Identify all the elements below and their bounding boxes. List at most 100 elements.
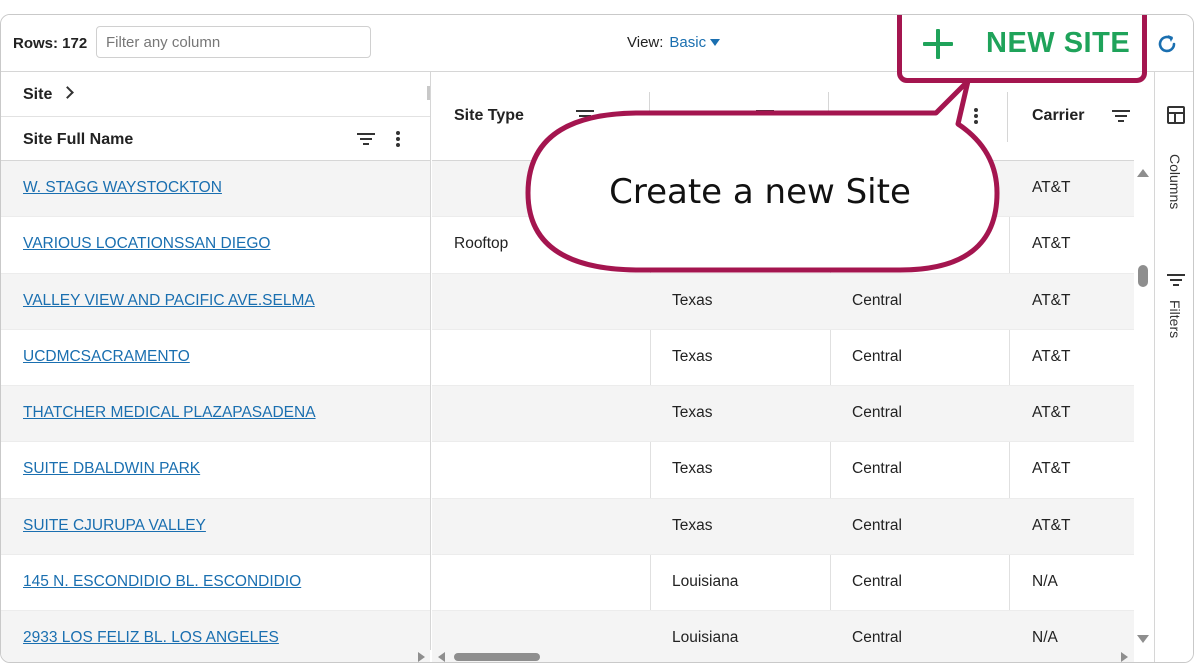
site-full-name-label: Site Full Name bbox=[23, 131, 134, 148]
column-divider[interactable] bbox=[828, 92, 829, 142]
chevron-right-icon[interactable] bbox=[61, 86, 74, 99]
table-row: Texas Central AT&T bbox=[432, 273, 1134, 330]
view-dropdown-value[interactable]: Basic bbox=[669, 34, 706, 51]
site-name-link[interactable]: THATCHER MEDICAL PLAZAPASADENA bbox=[23, 404, 316, 422]
site-group-header[interactable]: Site bbox=[1, 72, 430, 117]
filter-icon[interactable] bbox=[1112, 110, 1130, 122]
table-row: 145 N. ESCONDIDIO BL. ESCONDIDIO bbox=[1, 555, 430, 612]
region-cell: Central bbox=[852, 347, 902, 365]
region-cell: Central bbox=[852, 573, 902, 591]
table-row: Texas Central AT&T bbox=[432, 442, 1134, 499]
state-cell: Texas bbox=[672, 404, 713, 422]
table-row: UCDMCSACRAMENTO bbox=[1, 330, 430, 387]
view-label: View: bbox=[627, 34, 664, 51]
table-row: Rooftop AT&T bbox=[432, 217, 1134, 274]
state-cell: Texas bbox=[672, 291, 713, 309]
plus-icon bbox=[922, 28, 954, 60]
horizontal-scroll-thumb[interactable] bbox=[454, 653, 540, 661]
scroll-up-arrow-icon[interactable] bbox=[1137, 169, 1149, 177]
carrier-cell: N/A bbox=[1032, 629, 1058, 647]
site-type-header[interactable]: Site Type bbox=[454, 107, 524, 125]
carrier-cell: AT&T bbox=[1032, 404, 1071, 422]
site-name-link[interactable]: W. STAGG WAYSTOCKTON bbox=[23, 179, 222, 197]
column-divider[interactable] bbox=[649, 92, 650, 142]
columns-label: Columns bbox=[1167, 154, 1183, 210]
carrier-cell: AT&T bbox=[1032, 235, 1071, 253]
table-row: SUITE DBALDWIN PARK bbox=[1, 442, 430, 499]
filter-icon[interactable] bbox=[357, 133, 375, 145]
region-cell: Central bbox=[852, 629, 902, 647]
region-cell: Central bbox=[852, 404, 902, 422]
columns-icon bbox=[1167, 106, 1185, 124]
carrier-cell: AT&T bbox=[1032, 460, 1071, 478]
scrolling-column-pane: Site Type Carrier AT&T Rooftop AT&T Texas Ce… bbox=[432, 72, 1134, 662]
table-row: Louisiana Central N/A bbox=[432, 555, 1134, 612]
view-selector[interactable]: View: Basic bbox=[627, 34, 721, 51]
site-name-link[interactable]: VALLEY VIEW AND PACIFIC AVE.SELMA bbox=[23, 292, 315, 310]
column-headers: Site Type Carrier bbox=[432, 72, 1134, 161]
filters-icon bbox=[1167, 274, 1185, 286]
horizontal-scrollbar[interactable] bbox=[432, 650, 1134, 662]
table-row: AT&T bbox=[432, 161, 1134, 218]
carrier-cell: AT&T bbox=[1032, 179, 1071, 196]
pinned-column-pane: Site Site Full Name W. STAGG WAYSTOCKTON… bbox=[1, 72, 431, 662]
table-row: Texas Central AT&T bbox=[432, 498, 1134, 556]
filter-icon[interactable] bbox=[576, 110, 594, 122]
carrier-header[interactable]: Carrier bbox=[1032, 107, 1084, 125]
vertical-scroll-thumb[interactable] bbox=[1138, 265, 1148, 287]
pinned-horizontal-scrollbar[interactable] bbox=[1, 650, 431, 662]
columns-panel-button[interactable]: Columns bbox=[1155, 102, 1193, 222]
caret-down-icon[interactable] bbox=[710, 39, 721, 46]
filters-label: Filters bbox=[1167, 300, 1183, 339]
carrier-cell: AT&T bbox=[1032, 291, 1071, 309]
site-type-cell: Rooftop bbox=[454, 235, 509, 253]
region-cell: Central bbox=[852, 460, 902, 478]
scrolling-rows: AT&T Rooftop AT&T Texas Central AT&T Texas Cent… bbox=[432, 161, 1134, 662]
table-row: W. STAGG WAYSTOCKTON bbox=[1, 161, 430, 218]
scroll-right-arrow-icon[interactable] bbox=[1121, 652, 1128, 662]
vertical-scrollbar[interactable] bbox=[1136, 161, 1151, 651]
region-cell: Central bbox=[852, 291, 902, 309]
site-name-link[interactable]: SUITE DBALDWIN PARK bbox=[23, 460, 200, 478]
table-row: VARIOUS LOCATIONSSAN DIEGO bbox=[1, 217, 430, 274]
toolbar: Rows: 172 View: Basic NEW SITE bbox=[1, 15, 1193, 72]
refresh-icon[interactable] bbox=[1155, 32, 1179, 56]
state-cell: Louisiana bbox=[672, 573, 739, 591]
region-cell: Central bbox=[852, 516, 902, 534]
filter-any-column-input[interactable] bbox=[96, 26, 371, 58]
scroll-left-arrow-icon[interactable] bbox=[438, 652, 445, 662]
column-menu-icon[interactable] bbox=[396, 131, 400, 147]
rows-count: Rows: 172 bbox=[13, 35, 88, 52]
filters-panel-button[interactable]: Filters bbox=[1155, 268, 1193, 378]
resize-handle[interactable] bbox=[427, 86, 430, 100]
state-cell: Texas bbox=[672, 460, 713, 478]
table-row: Texas Central AT&T bbox=[432, 386, 1134, 443]
state-cell: Texas bbox=[672, 347, 713, 365]
carrier-cell: N/A bbox=[1032, 573, 1058, 591]
table-row: Texas Central AT&T bbox=[432, 330, 1134, 387]
scroll-right-arrow-icon[interactable] bbox=[418, 652, 425, 662]
site-name-link[interactable]: UCDMCSACRAMENTO bbox=[23, 348, 190, 366]
filter-icon[interactable] bbox=[756, 110, 774, 122]
site-name-link[interactable]: 2933 LOS FELIZ BL. LOS ANGELES bbox=[23, 629, 279, 647]
grid-window: Rows: 172 View: Basic NEW SITE Site Site … bbox=[0, 14, 1194, 663]
table-row: THATCHER MEDICAL PLAZAPASADENA bbox=[1, 386, 430, 443]
column-menu-icon[interactable] bbox=[974, 108, 978, 124]
pinned-rows: W. STAGG WAYSTOCKTON VARIOUS LOCATIONSSAN… bbox=[1, 161, 430, 662]
site-name-link[interactable]: 145 N. ESCONDIDIO BL. ESCONDIDIO bbox=[23, 573, 301, 591]
state-cell: Louisiana bbox=[672, 629, 739, 647]
tool-side-panel: Columns Filters bbox=[1154, 72, 1193, 662]
site-group-label: Site bbox=[23, 86, 53, 103]
table-row: SUITE CJURUPA VALLEY bbox=[1, 498, 430, 556]
carrier-cell: AT&T bbox=[1032, 347, 1071, 365]
new-site-button[interactable]: NEW SITE bbox=[906, 15, 1142, 71]
new-site-label: NEW SITE bbox=[986, 27, 1131, 59]
state-cell: Texas bbox=[672, 516, 713, 534]
site-full-name-header[interactable]: Site Full Name bbox=[1, 117, 430, 161]
site-name-link[interactable]: VARIOUS LOCATIONSSAN DIEGO bbox=[23, 235, 270, 253]
column-divider[interactable] bbox=[1007, 92, 1008, 142]
site-name-link[interactable]: SUITE CJURUPA VALLEY bbox=[23, 517, 206, 535]
carrier-cell: AT&T bbox=[1032, 516, 1071, 534]
table-row: VALLEY VIEW AND PACIFIC AVE.SELMA bbox=[1, 273, 430, 330]
scroll-down-arrow-icon[interactable] bbox=[1137, 635, 1149, 643]
